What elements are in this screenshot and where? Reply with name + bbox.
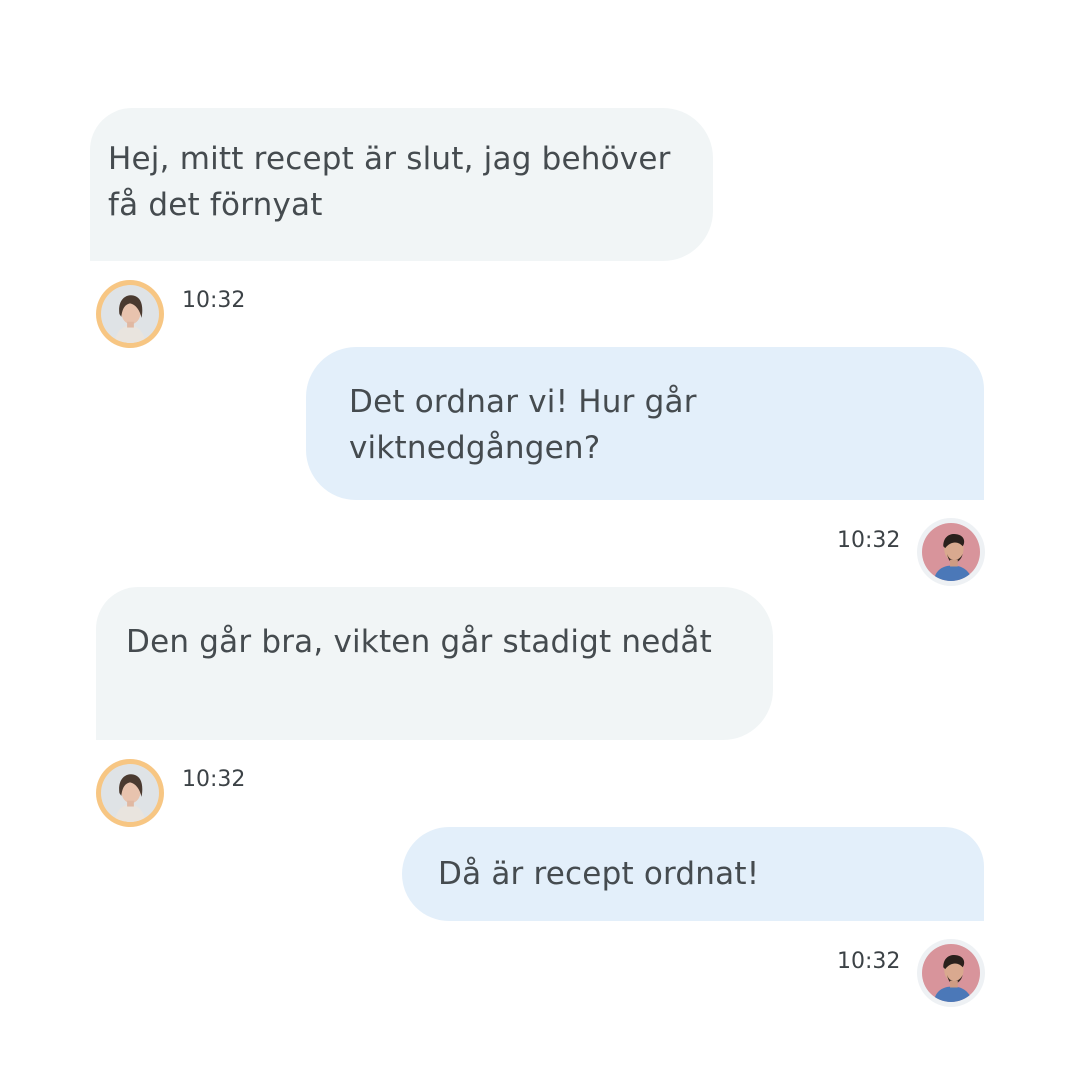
message-text: Då är recept ordnat!: [438, 856, 760, 892]
doctor-avatar-icon: [917, 939, 985, 1007]
message-bubble-incoming: Den går bra, vikten går stadigt nedåt: [96, 587, 773, 740]
message-timestamp: 10:32: [837, 528, 901, 553]
message-timestamp: 10:32: [182, 288, 246, 313]
message-timestamp: 10:32: [182, 767, 246, 792]
message-text: Hej, mitt recept är slut, jag behöver få…: [108, 141, 671, 223]
patient-avatar-icon: [96, 280, 164, 348]
message-timestamp: 10:32: [837, 949, 901, 974]
message-bubble-incoming: Hej, mitt recept är slut, jag behöver få…: [90, 108, 713, 261]
patient-avatar-icon: [96, 759, 164, 827]
message-bubble-outgoing: Det ordnar vi! Hur går viktnedgången?: [306, 347, 984, 500]
doctor-avatar-icon: [917, 518, 985, 586]
message-text: Den går bra, vikten går stadigt nedåt: [126, 624, 712, 660]
message-text: Det ordnar vi! Hur går viktnedgången?: [349, 384, 697, 466]
message-bubble-outgoing: Då är recept ordnat!: [402, 827, 984, 921]
